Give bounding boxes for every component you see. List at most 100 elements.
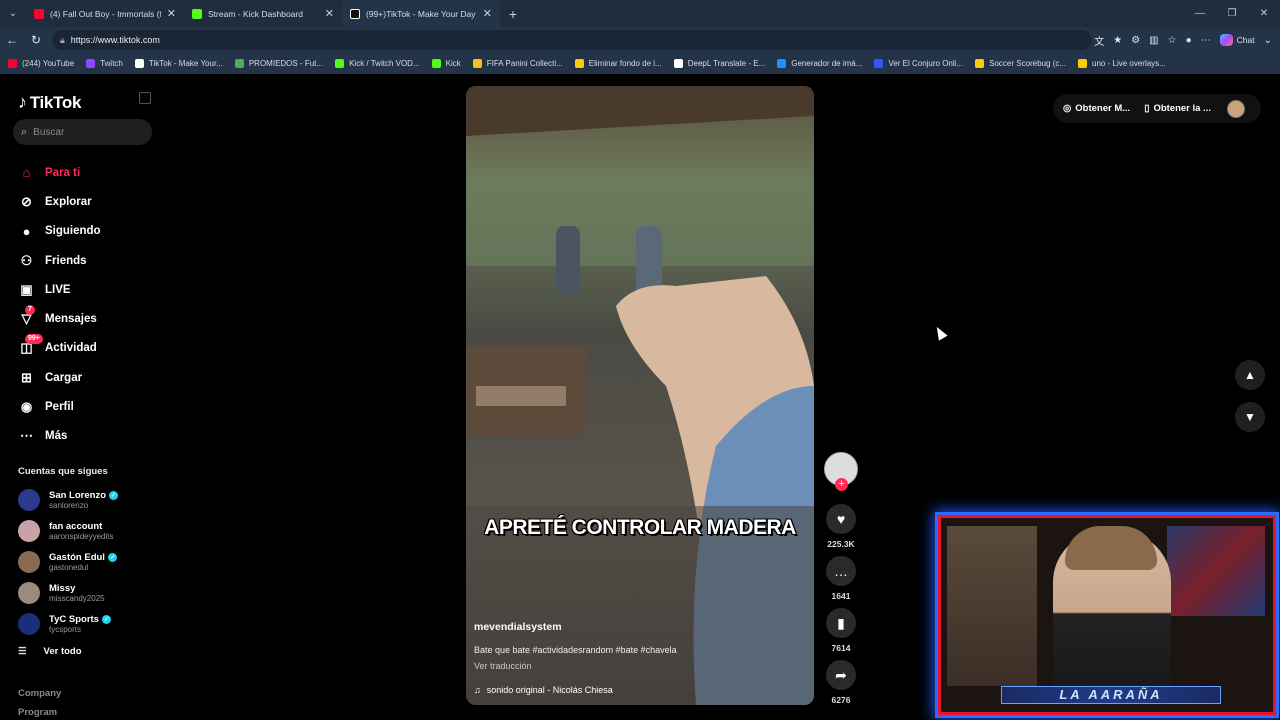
chat-label: Chat: [1236, 35, 1255, 45]
tiktok-logo[interactable]: ♪ TikTok: [18, 92, 81, 113]
footer-link-program[interactable]: Program: [18, 707, 57, 718]
next-video-button[interactable]: ▼: [1235, 402, 1265, 432]
tab-list-button[interactable]: ⌄: [0, 0, 26, 27]
more-menu-icon[interactable]: ⋯: [1201, 35, 1211, 46]
browser-tab-1[interactable]: (4) Fall Out Boy - Immortals (from ✕: [26, 0, 184, 27]
bookmark-item[interactable]: TikTok - Make Your...: [134, 59, 223, 68]
nav-item-siguiendo[interactable]: ● Siguiendo: [18, 217, 158, 246]
nav-item-para-ti[interactable]: ⌂ Para ti: [18, 158, 158, 187]
bookmark-label: Eliminar fondo de i...: [588, 59, 662, 68]
bookmark-favicon-icon: [86, 59, 96, 68]
close-tab-icon[interactable]: ✕: [167, 7, 176, 20]
nav-item-m-s[interactable]: ⋯ Más: [18, 422, 158, 451]
new-tab-button[interactable]: +: [500, 0, 526, 27]
messages-icon: ▽ 7: [18, 304, 35, 328]
nav-item-explorar[interactable]: ⊘ Explorar: [18, 187, 158, 216]
nav-item-mensajes[interactable]: ▽ 7 Mensajes: [18, 304, 158, 333]
browser-tab-3[interactable]: (99+)TikTok - Make Your Day ✕: [342, 0, 500, 27]
search-icon: ⌕: [21, 125, 28, 138]
chevron-down-icon[interactable]: ⌄: [1264, 35, 1272, 46]
nav-item-cargar[interactable]: ⊞ Cargar: [18, 363, 158, 392]
close-tab-icon[interactable]: ✕: [483, 7, 492, 20]
split-screen-icon[interactable]: ▥: [1149, 35, 1158, 46]
video-author[interactable]: mevendialsystem: [474, 621, 804, 633]
nav-item-friends[interactable]: ⚇ Friends: [18, 246, 158, 275]
follow-plus-icon[interactable]: +: [835, 478, 848, 491]
following-account[interactable]: TyC Sports ✓ tycsports: [18, 613, 158, 635]
translate-link[interactable]: Ver traducción: [474, 661, 804, 671]
bookmark-item[interactable]: Eliminar fondo de i...: [574, 59, 662, 68]
comment-button[interactable]: … 1641: [822, 556, 860, 601]
webcam-name-label: LA AARAÑA: [1001, 686, 1221, 704]
nav-item-label: Siguiendo: [45, 225, 101, 238]
restore-icon[interactable]: ❐: [1216, 0, 1248, 27]
music-note-icon: ♫: [474, 685, 481, 695]
user-avatar[interactable]: [1226, 99, 1245, 118]
bookmark-item[interactable]: Kick / Twitch VOD...: [335, 59, 420, 68]
extensions-icon[interactable]: ⚙: [1131, 35, 1140, 46]
share-button[interactable]: ➦ 6276: [822, 660, 860, 705]
bookmark-favicon-icon: [1078, 59, 1088, 68]
footer-link-company[interactable]: Company: [18, 688, 61, 699]
bookmark-label: Soccer Scorebug (c...: [989, 59, 1067, 68]
nav-item-perfil[interactable]: ◉ Perfil: [18, 392, 158, 421]
account-handle: gastonedul: [49, 563, 89, 572]
like-button[interactable]: ♥ 225.3K: [822, 504, 860, 549]
bookmark-favicon-icon: [975, 59, 985, 68]
following-account[interactable]: fan account aaronspideyyedits: [18, 520, 158, 542]
verified-badge-icon: ✓: [107, 553, 117, 562]
browser-tab-bar: ⌄ (4) Fall Out Boy - Immortals (from ✕ S…: [0, 0, 1280, 27]
translate-icon[interactable]: 文: [1094, 33, 1104, 48]
url-field[interactable]: 🔒︎ https://www.tiktok.com: [52, 30, 1092, 50]
bookmark-item[interactable]: Kick: [431, 59, 461, 68]
site-info-icon[interactable]: 🔒︎: [60, 35, 65, 46]
bookmark-item[interactable]: (244) YouTube: [8, 59, 74, 68]
notification-badge: 99+: [25, 333, 43, 344]
following-account[interactable]: Gastón Edul ✓ gastonedul: [18, 551, 158, 573]
bookmark-item[interactable]: Twitch: [86, 59, 123, 68]
browser-tab-2[interactable]: Stream - Kick Dashboard ✕: [184, 0, 342, 27]
bookmark-item[interactable]: Soccer Scorebug (c...: [975, 59, 1066, 68]
search-placeholder: Buscar: [33, 126, 65, 138]
account-name-row: Missy: [49, 583, 105, 594]
activity-icon: ◫ 99+: [18, 333, 43, 357]
save-button[interactable]: ▮ 7614: [822, 608, 860, 653]
collapse-sidebar-icon[interactable]: [139, 92, 151, 104]
tab-title: (4) Fall Out Boy - Immortals (from: [50, 8, 161, 19]
bookmark-item[interactable]: uno - Live overlays...: [1078, 59, 1166, 68]
favorites-icon[interactable]: ☆: [1168, 35, 1177, 46]
following-account[interactable]: Missy misscandy2025: [18, 582, 158, 604]
copilot-chat-button[interactable]: Chat: [1219, 34, 1255, 46]
bookmark-favicon-icon: [134, 59, 144, 68]
nav-item-label: Explorar: [45, 195, 92, 208]
youtube-favicon-icon: [34, 8, 44, 19]
search-input[interactable]: ⌕ Buscar: [13, 119, 152, 145]
bookmark-item[interactable]: Generador de imá...: [777, 59, 862, 68]
bookmark-label: Generador de imá...: [791, 59, 863, 68]
top-right-actions: ◎ Obtener M... ▯ Obtener la ...: [1053, 94, 1261, 123]
nav-item-live[interactable]: ▣ LIVE: [18, 275, 158, 304]
get-app-button[interactable]: ▯ Obtener la ...: [1144, 103, 1211, 114]
account-name: Missy: [49, 583, 76, 594]
bookmark-item[interactable]: PROMIEDOS - Fut...: [234, 59, 323, 68]
video-sound[interactable]: ♫ sonido original - Nicolás Chiesa: [474, 685, 804, 695]
back-icon[interactable]: ←: [0, 27, 24, 53]
video-player[interactable]: APRETÉ CONTROLAR MADERA mevendialsystem …: [466, 86, 814, 705]
minimize-icon[interactable]: —: [1184, 0, 1216, 27]
bookmark-item[interactable]: FIFA Panini Collecti...: [472, 59, 563, 68]
bookmark-item[interactable]: DeepL Translate - E...: [673, 59, 765, 68]
favorite-star-icon[interactable]: ★: [1113, 35, 1122, 46]
previous-video-button[interactable]: ▲: [1235, 360, 1265, 390]
compass-icon: ⊘: [21, 193, 32, 209]
profile-avatar-icon[interactable]: ●: [1186, 35, 1192, 46]
bookmark-favicon-icon: [335, 59, 345, 68]
close-tab-icon[interactable]: ✕: [325, 7, 334, 20]
following-account[interactable]: San Lorenzo ✓ sanlorenzo: [18, 489, 158, 511]
nav-item-actividad[interactable]: ◫ 99+ Actividad: [18, 333, 158, 363]
get-coins-button[interactable]: ◎ Obtener M...: [1063, 103, 1130, 114]
see-all-button[interactable]: ☰ Ver todo: [18, 646, 82, 657]
reload-icon[interactable]: ↻: [24, 27, 48, 53]
following-avatar-icon: ●: [22, 223, 31, 239]
bookmark-item[interactable]: Ver El Conjuro Onli...: [874, 59, 963, 68]
close-window-icon[interactable]: ✕: [1248, 0, 1280, 27]
